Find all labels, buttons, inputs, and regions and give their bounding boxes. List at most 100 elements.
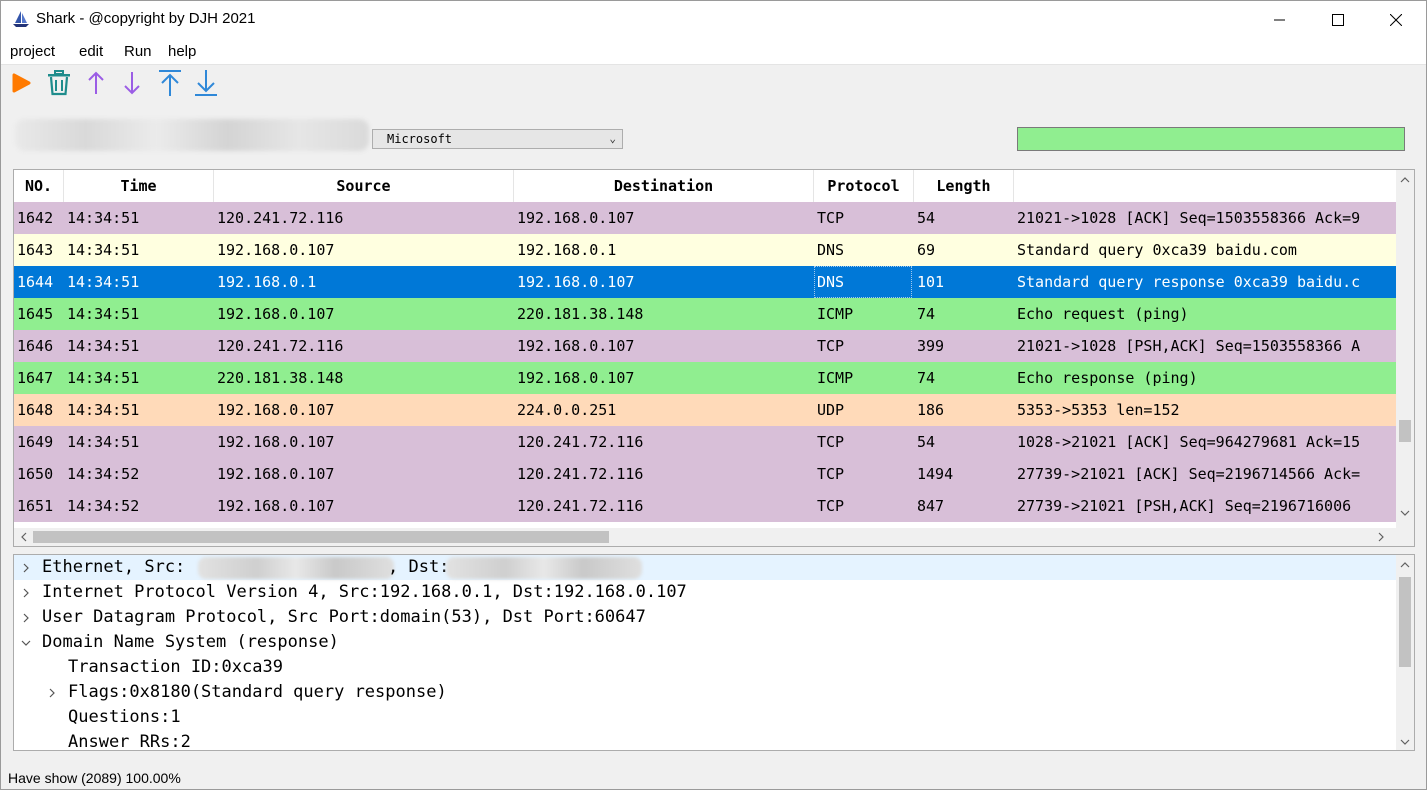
column-header-time[interactable]: Time [64,170,214,202]
clear-button[interactable] [44,70,74,100]
detail-tree-item[interactable]: Flags:0x8180(Standard query response) [14,680,1396,705]
cell-time: 14:34:51 [67,433,140,451]
interface-select[interactable]: Microsoft ⌄ [372,129,623,149]
window-title: Shark - @copyright by DJH 2021 [36,10,256,27]
cell-destination: 192.168.0.107 [517,369,635,387]
detail-tree-item[interactable]: Transaction ID:0xca39 [14,655,1396,680]
cell-time: 14:34:52 [67,465,140,483]
filter-input[interactable] [1017,127,1405,151]
detail-item-label-dst: , Dst: [388,557,450,577]
packet-row[interactable]: 1645 14:34:51 192.168.0.107 220.181.38.148 I… [14,298,1396,330]
cell-length: 74 [917,305,936,323]
cell-length: 101 [917,273,945,291]
chevron-right-icon[interactable] [18,555,34,580]
packet-row[interactable]: 1651 14:34:52 192.168.0.107 120.241.72.116 T… [14,490,1396,522]
cell-destination: 224.0.0.251 [517,401,617,419]
packet-list-header: NO. Time Source Destination Protocol Len… [14,170,1396,202]
cell-info: 21021->1028 [PSH,ACK] Seq=1503558366 A [1017,337,1361,355]
packet-row[interactable]: 1643 14:34:51 192.168.0.107 192.168.0.1 DNS 6… [14,234,1396,266]
detail-tree-item[interactable]: Answer RRs:2 [14,730,1396,750]
menu-help[interactable]: help [168,43,196,60]
detail-item-label: Ethernet, Src: [42,557,186,577]
filter-bar: Microsoft ⌄ [1,111,1426,161]
chevron-right-icon[interactable] [44,680,60,705]
detail-item-label: Flags:0x8180(Standard query response) [68,682,447,702]
column-header-source[interactable]: Source [214,170,514,202]
cell-time: 14:34:51 [67,305,140,323]
cell-info: 27739->21021 [PSH,ACK] Seq=2196716006 [1017,497,1352,515]
cell-protocol: TCP [817,337,845,355]
packet-row[interactable]: 1647 14:34:51 220.181.38.148 192.168.0.107 I… [14,362,1396,394]
cell-destination: 120.241.72.116 [517,433,644,451]
scroll-up-button[interactable] [81,70,111,100]
cell-no: 1647 [17,369,54,387]
packet-list-horizontal-scrollbar[interactable] [14,528,1396,546]
maximize-icon [1332,11,1344,30]
packet-list-vertical-scrollbar[interactable] [1396,170,1414,528]
cell-source: 120.241.72.116 [217,337,344,355]
detail-item-label: Questions:1 [68,707,181,727]
chevron-down-icon[interactable] [18,630,34,655]
cell-no: 1642 [17,209,54,227]
redacted-mac-destination [446,557,642,579]
cell-info: 27739->21021 [ACK] Seq=2196714566 Ack= [1017,465,1361,483]
start-capture-icon [11,72,33,98]
start-capture-button[interactable] [7,70,37,100]
cell-info: Echo response (ping) [1017,369,1198,387]
cell-no: 1644 [17,273,54,291]
detail-tree-item[interactable]: Domain Name System (response) [14,630,1396,655]
packet-row[interactable]: 1650 14:34:52 192.168.0.107 120.241.72.116 T… [14,458,1396,490]
cell-source: 192.168.0.107 [217,305,335,323]
cell-info: 5353->5353 len=152 [1017,401,1180,419]
cell-no: 1649 [17,433,54,451]
detail-vertical-scrollbar[interactable] [1396,555,1414,750]
column-header-info[interactable] [1014,170,1396,202]
cell-protocol: UDP [817,401,845,419]
cell-info: 1028->21021 [ACK] Seq=964279681 Ack=15 [1017,433,1361,451]
cell-protocol: DNS [814,266,912,298]
detail-tree-item[interactable]: User Datagram Protocol, Src Port:domain(… [14,605,1396,630]
column-header-protocol[interactable]: Protocol [814,170,914,202]
cell-no: 1651 [17,497,54,515]
chevron-right-icon[interactable] [18,605,34,630]
menu-project[interactable]: project [10,43,55,60]
cell-source: 192.168.0.107 [217,241,335,259]
cell-destination: 120.241.72.116 [517,465,644,483]
packet-row[interactable]: 1642 14:34:51 120.241.72.116 192.168.0.107 T… [14,202,1396,234]
toolbar [1,66,1426,104]
chevron-down-icon: ⌄ [609,132,616,145]
detail-item-label: Domain Name System (response) [42,632,339,652]
scrollbar-corner [1396,528,1414,546]
packet-row[interactable]: 1644 14:34:51 192.168.0.1 192.168.0.107 DNS 1… [14,266,1396,298]
close-button[interactable] [1367,1,1425,39]
maximize-button[interactable] [1309,1,1367,39]
status-bar: Have show (2089) 100.00% [1,765,1426,790]
redacted-mac-source [198,557,394,579]
cell-protocol: TCP [817,465,845,483]
redacted-region [15,119,369,151]
column-header-length[interactable]: Length [914,170,1014,202]
cell-no: 1650 [17,465,54,483]
cell-time: 14:34:51 [67,241,140,259]
detail-item-label: Transaction ID:0xca39 [68,657,283,677]
scroll-top-button[interactable] [155,70,185,100]
scroll-down-button[interactable] [117,70,147,100]
packet-row[interactable]: 1648 14:34:51 192.168.0.107 224.0.0.251 UDP 1… [14,394,1396,426]
packet-row[interactable]: 1649 14:34:51 192.168.0.107 120.241.72.116 T… [14,426,1396,458]
packet-row[interactable]: 1646 14:34:51 120.241.72.116 192.168.0.107 T… [14,330,1396,362]
cell-length: 186 [917,401,945,419]
detail-tree-item[interactable]: Questions:1 [14,705,1396,730]
cell-length: 54 [917,209,936,227]
detail-tree-item[interactable]: Internet Protocol Version 4, Src:192.168… [14,580,1396,605]
minimize-button[interactable] [1251,1,1309,39]
cell-source: 192.168.0.107 [217,401,335,419]
cell-protocol: TCP [817,209,845,227]
detail-tree-item[interactable]: Ethernet, Src: , Dst: [14,555,1396,580]
scroll-bottom-button[interactable] [191,70,221,100]
column-header-no[interactable]: NO. [14,170,64,202]
menu-run[interactable]: Run [124,43,152,60]
menu-edit[interactable]: edit [79,43,103,60]
chevron-right-icon[interactable] [18,580,34,605]
column-header-destination[interactable]: Destination [514,170,814,202]
cell-destination: 192.168.0.107 [517,273,635,291]
